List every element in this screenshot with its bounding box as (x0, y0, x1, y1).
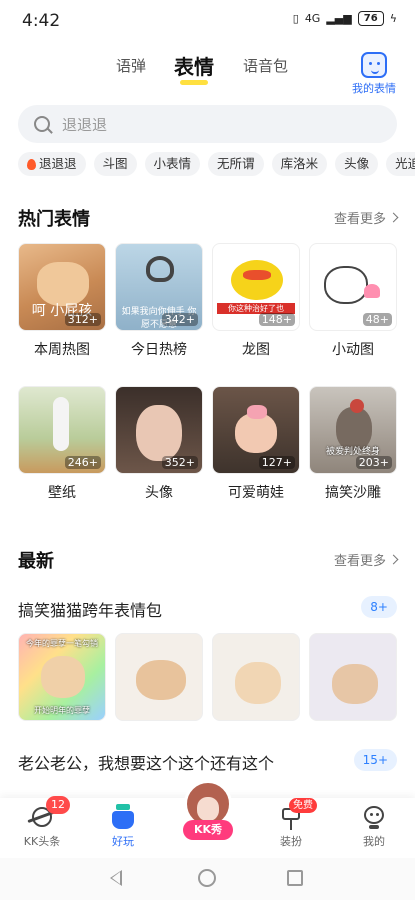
tab-emoji[interactable]: 表情 (174, 51, 214, 85)
chip-wusuowei[interactable]: 无所谓 (208, 152, 264, 176)
status-bar: 4:42 ▯ 4G ▂▄▆ 76 ϟ (0, 0, 415, 40)
girl-avatar-image: 352+ (115, 386, 203, 474)
more-label: 查看更多 (333, 212, 386, 227)
hamster-image: 48+ (309, 243, 397, 331)
chip-doutu[interactable]: 斗图 (93, 152, 137, 176)
hot-section-title: 热门表情 (18, 209, 90, 230)
tile-count: 312+ (64, 313, 101, 326)
tile-label: 头像 (145, 485, 173, 501)
vibrate-icon: ▯ (292, 12, 299, 25)
heart-hand-image: 如果我向你伸手 你愿不愿意 342+ (115, 243, 203, 331)
tile-count: 203+ (355, 456, 392, 469)
nav-kk-headlines[interactable]: 12 KK头条 (12, 796, 72, 849)
tile-funny[interactable]: 被爱判处终身 203+ 搞笑沙雕 (309, 386, 397, 502)
search-placeholder: 退退退 (62, 115, 108, 134)
recent-apps-icon[interactable] (287, 870, 303, 886)
pack-caption: 今年的罪孽一笔勾销 (26, 639, 98, 648)
chip-guangzhui[interactable]: 光追 (386, 152, 415, 176)
pack-image[interactable] (115, 633, 203, 721)
tile-label: 今日热榜 (131, 342, 187, 358)
tile-count: 342+ (161, 313, 198, 326)
tile-label: 龙图 (242, 342, 270, 358)
chevron-right-icon (388, 212, 399, 223)
home-icon[interactable] (198, 869, 216, 887)
tile-wallpaper[interactable]: 246+ 壁纸 (18, 386, 106, 502)
tile-count: 48+ (362, 313, 392, 326)
chip-tuituitui[interactable]: 退退退 (18, 152, 86, 176)
tile-count: 352+ (161, 456, 198, 469)
system-nav-bar (0, 858, 415, 900)
pack-count-badge: 15+ (353, 749, 397, 771)
chip-xiaobiaoqing[interactable]: 小表情 (144, 152, 201, 176)
status-icons: ▯ 4G ▂▄▆ 76 ϟ (293, 11, 397, 26)
my-emoji-button[interactable]: 我的表情 (351, 52, 397, 96)
dragon-image: 你这种治好了也 148+ (212, 243, 300, 331)
search-icon (34, 116, 50, 132)
tab-voice-pack[interactable]: 语音包 (243, 55, 288, 76)
tile-cute-baby[interactable]: 127+ 可爱萌娃 (212, 386, 300, 502)
tile-count: 148+ (258, 313, 295, 326)
tile-avatar[interactable]: 352+ 头像 (115, 386, 203, 502)
nav-label: 好玩 (112, 835, 134, 848)
pack-title[interactable]: 搞笑猫猫跨年表情包 (18, 597, 162, 621)
tile-label: 搞笑沙雕 (325, 485, 381, 501)
tile-daily-rank[interactable]: 如果我向你伸手 你愿不愿意 342+ 今日热榜 (115, 243, 203, 359)
cat-image: 呵 小屁孩 312+ (18, 243, 106, 331)
tile-label: 壁纸 (48, 485, 76, 501)
charging-icon: ϟ (389, 12, 397, 25)
tab-yudan[interactable]: 语弹 (116, 55, 146, 76)
tile-count: 127+ (258, 456, 295, 469)
back-icon[interactable] (110, 870, 122, 886)
tile-weekly-hot[interactable]: 呵 小屁孩 312+ 本周热图 (18, 243, 106, 359)
pack-image[interactable]: 今年的罪孽一笔勾销 开始明年的罪孽 (18, 633, 106, 721)
status-time: 4:42 (22, 11, 61, 31)
notification-badge: 12 (46, 796, 70, 814)
wallpaper-image: 246+ (18, 386, 106, 474)
monkey-image: 被爱判处终身 203+ (309, 386, 397, 474)
pack-count-badge: 8+ (361, 596, 397, 618)
tile-label: 可爱萌娃 (228, 485, 284, 501)
tile-label: 小动图 (332, 342, 374, 358)
nav-fun[interactable]: 好玩 (93, 804, 153, 849)
hot-more-link[interactable]: 查看更多 (333, 208, 399, 227)
nav-kk-show[interactable]: KK秀 (181, 780, 235, 840)
free-badge: 免费 (289, 798, 317, 813)
nav-dress-up[interactable]: 免费 装扮 (261, 798, 321, 849)
tile-count: 246+ (64, 456, 101, 469)
tile-small-gif[interactable]: 48+ 小动图 (309, 243, 397, 359)
my-emoji-label: 我的表情 (352, 82, 396, 95)
more-label: 查看更多 (333, 554, 386, 569)
baby-image: 127+ (212, 386, 300, 474)
chip-avatar[interactable]: 头像 (335, 152, 379, 176)
chip-kuromi[interactable]: 库洛米 (271, 152, 328, 176)
chip-label: 退退退 (39, 156, 77, 171)
latest-more-link[interactable]: 查看更多 (333, 550, 399, 569)
signal-label: 4G (304, 12, 321, 25)
chevron-right-icon (388, 554, 399, 565)
signal-icon: ▂▄▆ (326, 12, 352, 25)
tile-dragon[interactable]: 你这种治好了也 148+ 龙图 (212, 243, 300, 359)
tag-chips: 退退退 斗图 小表情 无所谓 库洛米 头像 光追 (18, 152, 415, 176)
battery-icon: 76 (357, 11, 384, 26)
pack-image[interactable] (212, 633, 300, 721)
nav-label: KK头条 (23, 835, 61, 848)
kk-show-label: KK秀 (183, 820, 233, 840)
pack-caption: 开始明年的罪孽 (34, 706, 90, 715)
bottom-nav: 12 KK头条 好玩 KK秀 免费 装扮 我的 (0, 780, 415, 858)
profile-icon (361, 804, 387, 830)
nav-me[interactable]: 我的 (344, 804, 404, 849)
fire-icon (27, 158, 36, 170)
search-bar[interactable]: 退退退 (18, 105, 397, 143)
flask-icon (110, 804, 136, 830)
nav-label: 装扮 (280, 835, 302, 848)
nav-label: 我的 (363, 835, 385, 848)
pack-image[interactable] (309, 633, 397, 721)
tile-label: 本周热图 (34, 342, 90, 358)
pack-title[interactable]: 老公老公，我想要这个这个还有这个 (18, 750, 274, 774)
latest-section-title: 最新 (18, 551, 54, 572)
smile-face-icon (361, 52, 387, 78)
